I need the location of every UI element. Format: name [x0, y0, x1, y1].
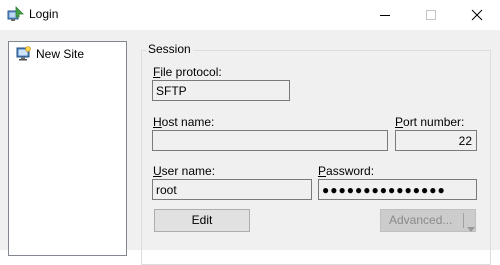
edit-button[interactable]: Edit: [154, 209, 250, 232]
user-name-label-text: ser name:: [161, 164, 216, 178]
winscp-login-icon: [7, 6, 24, 23]
file-protocol-label: File protocol:: [153, 65, 222, 79]
password-label-accel: P: [318, 164, 327, 178]
host-name-label-accel: H: [153, 115, 162, 129]
close-icon: [471, 9, 483, 21]
user-name-input[interactable]: root: [152, 179, 312, 200]
advanced-button-label: Advanced...: [389, 213, 453, 227]
minimize-button[interactable]: [362, 0, 408, 30]
port-number-label: Port number:: [395, 115, 464, 129]
port-number-input[interactable]: 22: [395, 130, 477, 151]
host-name-label-text: ost name:: [161, 115, 215, 129]
port-number-label-text: ort number:: [403, 115, 465, 129]
advanced-split-divider: [463, 213, 464, 228]
new-site-computer-icon: [15, 46, 31, 62]
password-label-text: assword:: [326, 164, 375, 178]
file-protocol-label-text: ile protocol:: [160, 65, 222, 79]
dialog-body: New Site Session File protocol: SFTP Hos…: [0, 30, 500, 265]
chevron-down-icon[interactable]: [467, 218, 475, 239]
title-bar[interactable]: Login: [0, 0, 500, 30]
minimize-icon: [380, 15, 390, 16]
maximize-button[interactable]: [408, 0, 454, 30]
window-title: Login: [29, 7, 59, 21]
maximize-icon: [426, 10, 436, 20]
password-label: Password:: [318, 164, 374, 178]
close-button[interactable]: [454, 0, 500, 30]
advanced-button[interactable]: Advanced...: [380, 209, 476, 232]
file-protocol-select[interactable]: SFTP: [152, 80, 290, 101]
user-name-label: User name:: [153, 164, 215, 178]
session-group-label: Session: [146, 42, 193, 56]
host-name-input[interactable]: [152, 130, 388, 151]
user-name-label-accel: U: [153, 164, 162, 178]
password-input[interactable]: ●●●●●●●●●●●●●●●: [318, 179, 477, 200]
port-number-label-accel: P: [395, 115, 404, 129]
site-tree[interactable]: New Site: [8, 41, 127, 256]
site-tree-item-label: New Site: [36, 47, 85, 61]
host-name-label: Host name:: [153, 115, 214, 129]
